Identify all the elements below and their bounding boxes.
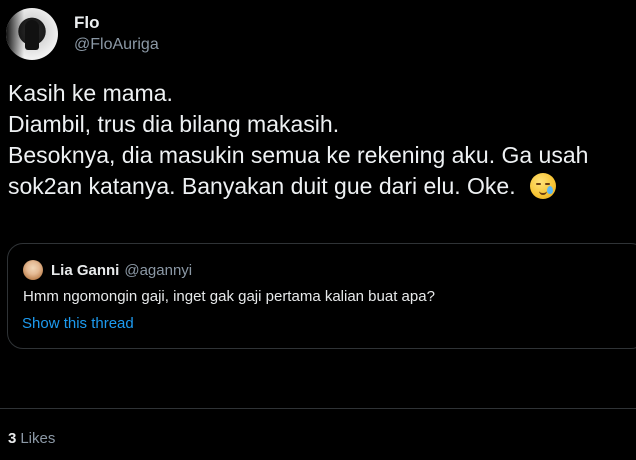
tweet-line: Kasih ke mama. [8,80,173,106]
tweet-body: Kasih ke mama. Diambil, trus dia bilang … [8,78,628,202]
author-handle[interactable]: @FloAuriga [74,34,159,56]
likes-stat[interactable]: 3 Likes [8,430,55,447]
quoted-author-handle: @agannyi [124,261,193,279]
tweet-line: Besoknya, dia masukin semua ke rekening … [8,142,589,168]
author-names: Flo @FloAuriga [74,12,159,56]
face-holding-back-tears-icon [529,173,556,199]
tweet-line: Diambil, trus dia bilang makasih. [8,111,340,137]
quoted-author-avatar [23,260,43,280]
quoted-tweet-header: Lia Ganni @agannyi [23,259,192,281]
quoted-tweet-text: Hmm ngomongin gaji, inget gak gaji perta… [23,288,435,305]
tweet-line: sok2an katanya. Banyakan duit gue dari e… [8,173,516,199]
author-display-name[interactable]: Flo [74,12,159,34]
quoted-tweet-card[interactable]: Lia Ganni @agannyi Hmm ngomongin gaji, i… [7,243,636,349]
author-avatar[interactable] [6,8,58,60]
likes-count: 3 [8,430,17,447]
likes-label: Likes [20,430,56,447]
quoted-author-display-name: Lia Ganni [51,261,120,279]
tweet-line-last: sok2an katanya. Banyakan duit gue dari e… [8,171,628,202]
stats-divider [0,408,636,409]
tweet-header: Flo @FloAuriga [6,6,159,62]
show-thread-link[interactable]: Show this thread [22,315,134,332]
